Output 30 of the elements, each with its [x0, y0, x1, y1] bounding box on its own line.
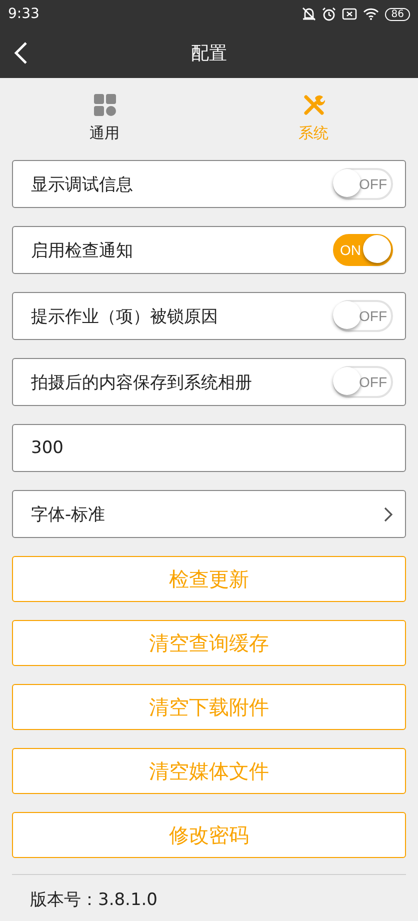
tab[interactable]: 通用: [0, 78, 209, 158]
tools-icon: [302, 94, 324, 116]
back-icon[interactable]: [14, 41, 28, 65]
setting-label: 提示作业（项）被锁原因: [31, 306, 219, 328]
action-button[interactable]: 检查更新: [12, 556, 406, 602]
setting-label: 启用检查通知: [31, 240, 134, 262]
action-button[interactable]: 清空下载附件: [12, 684, 406, 730]
number-field[interactable]: 300: [12, 424, 406, 472]
tab[interactable]: 系统: [209, 78, 418, 158]
bell-off-icon: [302, 7, 316, 21]
battery-indicator: 86: [385, 8, 410, 20]
toggle-switch[interactable]: OFF: [333, 168, 393, 200]
toggle-switch[interactable]: OFF: [333, 366, 393, 398]
toggle-switch[interactable]: OFF: [333, 300, 393, 332]
alarm-icon: [322, 7, 336, 21]
chevron-right-icon: [384, 506, 393, 522]
version-label: 版本号：3.8.1.0: [30, 889, 158, 911]
setting-label: 显示调试信息: [31, 174, 134, 196]
action-button[interactable]: 清空媒体文件: [12, 748, 406, 794]
page-title: 配置: [191, 42, 227, 65]
grid-icon: [94, 94, 116, 116]
action-button[interactable]: 清空查询缓存: [12, 620, 406, 666]
wifi-icon: [363, 8, 380, 20]
setting-label: 拍摄后的内容保存到系统相册: [31, 372, 253, 394]
toggle-switch[interactable]: ON: [333, 234, 393, 266]
sim-icon: [342, 8, 358, 20]
action-button[interactable]: 修改密码: [12, 812, 406, 858]
setting-label: 字体-标准: [31, 504, 106, 526]
font-setting-row[interactable]: 字体-标准: [12, 490, 406, 538]
clock: 9:33: [8, 6, 40, 22]
